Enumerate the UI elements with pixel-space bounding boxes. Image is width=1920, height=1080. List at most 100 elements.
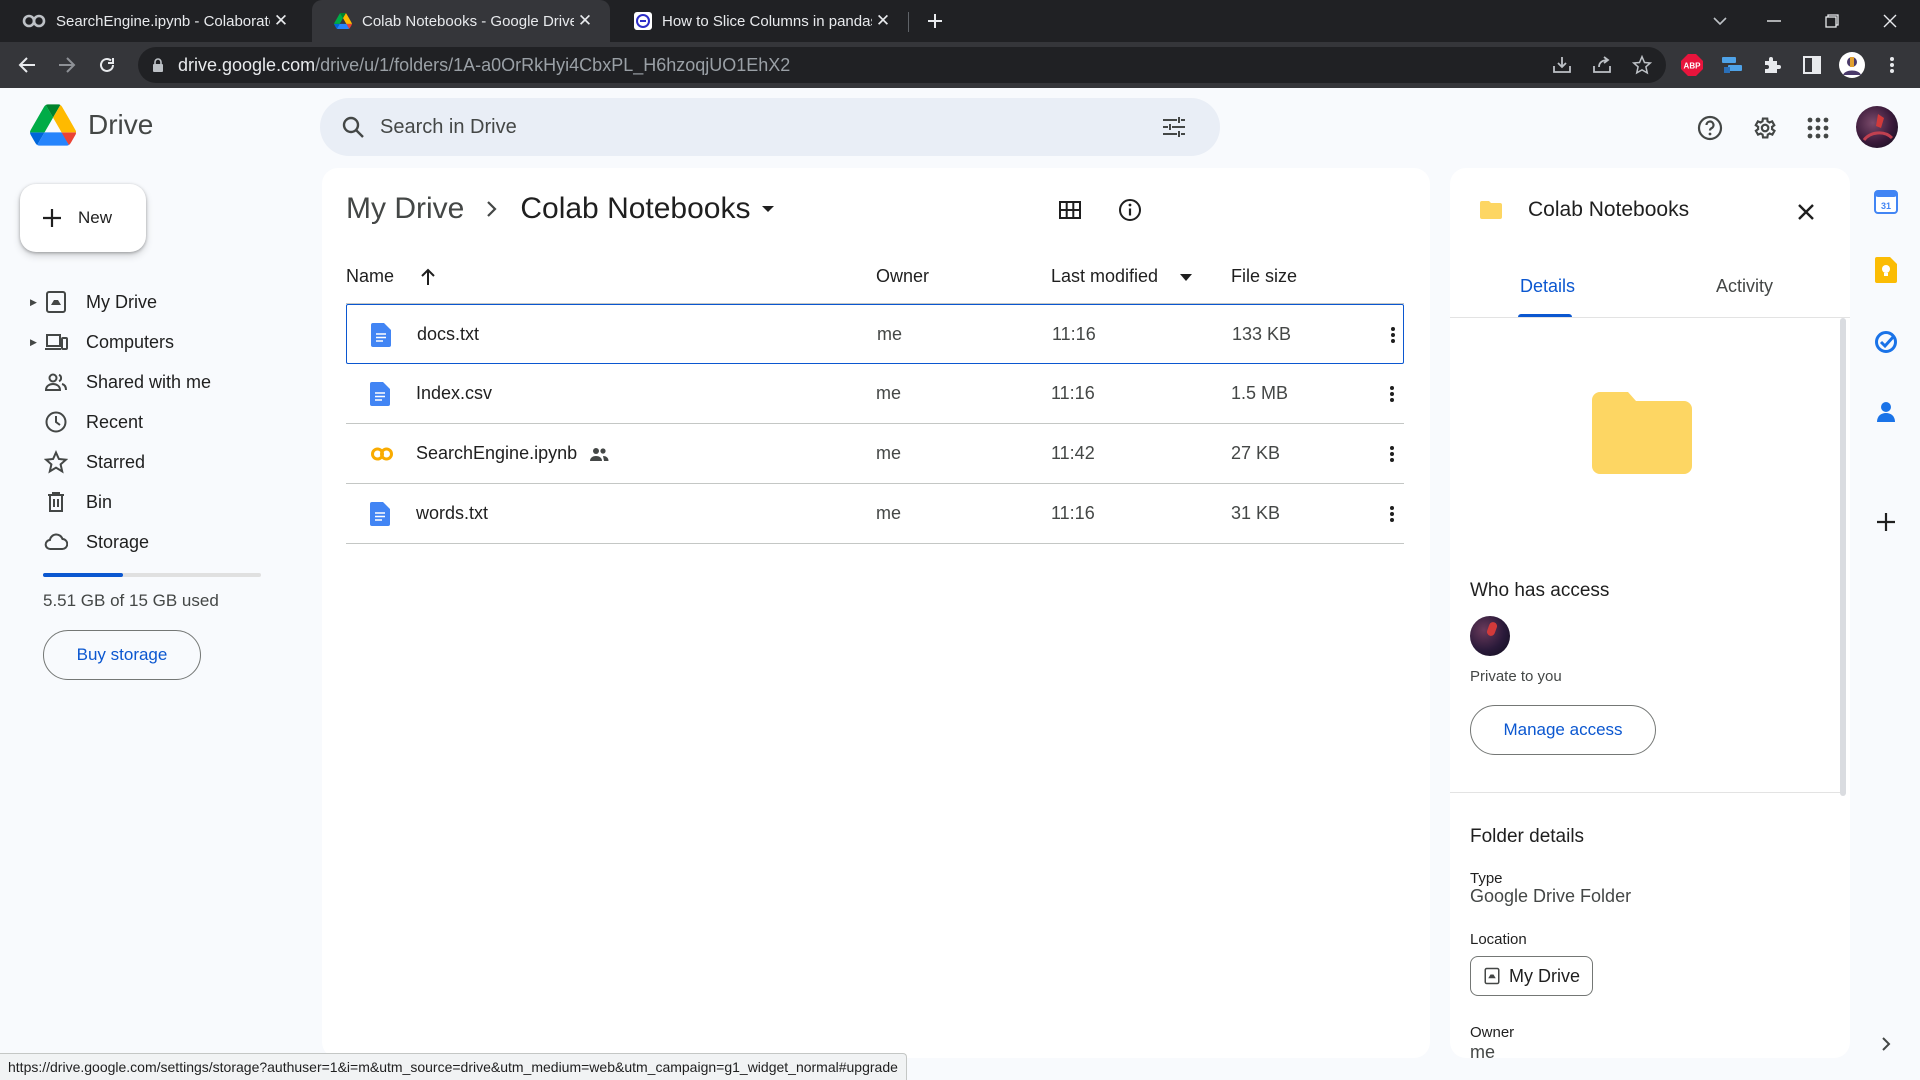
sidebar-item-storage[interactable]: Storage — [30, 522, 290, 562]
tab-details[interactable]: Details — [1520, 276, 1575, 297]
help-icon[interactable] — [1690, 108, 1730, 148]
close-window-button[interactable] — [1868, 0, 1912, 42]
keep-icon[interactable] — [1872, 256, 1900, 284]
sidebar-item-starred[interactable]: Starred — [30, 442, 290, 482]
sidebar-item-label: Recent — [86, 411, 144, 432]
new-tab-button[interactable] — [913, 0, 957, 42]
file-size: 27 KB — [1231, 443, 1281, 463]
tab-pandas[interactable]: How to Slice Columns in pandas ✕ — [612, 0, 908, 42]
column-header-size[interactable]: File size — [1231, 266, 1297, 287]
shared-icon — [44, 370, 68, 394]
forward-button[interactable] — [52, 50, 82, 80]
tab-search-chevron-icon[interactable] — [1698, 0, 1742, 42]
search-input[interactable] — [380, 115, 1140, 139]
add-icon[interactable] — [1872, 508, 1900, 536]
arrow-up-icon[interactable] — [420, 268, 436, 286]
column-header-modified[interactable]: Last modified — [1051, 266, 1158, 287]
address-bar[interactable]: drive.google.com/drive/u/1/folders/1A-a0… — [138, 47, 1666, 83]
info-icon[interactable] — [1110, 190, 1150, 230]
sidebar-item-bin[interactable]: Bin — [30, 482, 290, 522]
settings-icon[interactable] — [1744, 108, 1784, 148]
more-actions-icon[interactable] — [1378, 500, 1406, 528]
type-value: Google Drive Folder — [1470, 886, 1632, 906]
search-icon[interactable] — [342, 116, 364, 138]
apps-icon[interactable] — [1798, 108, 1838, 148]
manage-access-button[interactable]: Manage access — [1470, 705, 1656, 755]
star-icon[interactable] — [1628, 51, 1656, 79]
sidebar-item-my-drive[interactable]: ▶ My Drive — [30, 282, 290, 322]
translate-icon[interactable] — [1718, 51, 1746, 79]
puzzle-icon[interactable] — [1758, 51, 1786, 79]
profile-icon[interactable] — [1838, 51, 1866, 79]
more-actions-icon[interactable] — [1378, 440, 1406, 468]
plus-icon — [42, 208, 62, 228]
cloud-icon — [44, 530, 68, 554]
chevron-right-icon[interactable] — [1872, 1030, 1900, 1058]
details-title: Colab Notebooks — [1528, 198, 1690, 221]
storage-usage-text: 5.51 GB of 15 GB used — [43, 591, 219, 610]
sidebar-item-label: Shared with me — [86, 371, 212, 392]
close-icon[interactable] — [1790, 196, 1822, 228]
contacts-icon[interactable] — [1872, 398, 1900, 426]
dropdown-arrow-icon[interactable] — [761, 205, 775, 213]
column-header-owner[interactable]: Owner — [876, 266, 929, 287]
status-url-tooltip: https://drive.google.com/settings/storag… — [0, 1053, 907, 1080]
grid-view-icon[interactable] — [1050, 190, 1090, 230]
table-row[interactable]: SearchEngine.ipynb me 11:42 27 KB — [346, 424, 1404, 484]
clock-icon — [44, 410, 68, 434]
doc-file-icon — [371, 323, 395, 347]
bin-icon — [44, 490, 68, 514]
sort-arrow-icon[interactable] — [1180, 274, 1192, 281]
expand-caret-icon[interactable]: ▶ — [30, 337, 40, 348]
doc-file-icon — [370, 382, 394, 406]
breadcrumb-current-folder[interactable]: Colab Notebooks — [520, 192, 750, 226]
sidebar-item-recent[interactable]: Recent — [30, 402, 290, 442]
breadcrumb: My Drive Colab Notebooks — [346, 188, 775, 230]
restore-button[interactable] — [1810, 0, 1854, 42]
drive-header: Drive — [0, 88, 1920, 168]
search-options-icon[interactable] — [1162, 116, 1186, 138]
download-icon[interactable] — [1548, 51, 1576, 79]
sidebar-item-computers[interactable]: ▶ Computers — [30, 322, 290, 362]
svg-text:31: 31 — [1881, 201, 1891, 211]
account-avatar[interactable] — [1856, 106, 1898, 148]
table-row[interactable]: docs.txt me 11:16 133 KB — [346, 304, 1404, 364]
tab-drive[interactable]: Colab Notebooks - Google Drive ✕ — [312, 0, 610, 42]
tab-activity[interactable]: Activity — [1716, 276, 1773, 297]
back-button[interactable] — [12, 50, 42, 80]
more-actions-icon[interactable] — [1379, 321, 1407, 349]
more-actions-icon[interactable] — [1378, 380, 1406, 408]
drive-logo[interactable]: Drive — [30, 104, 153, 146]
tasks-icon[interactable] — [1872, 328, 1900, 356]
menu-icon[interactable] — [1878, 51, 1906, 79]
sidebar-item-label: Bin — [86, 491, 113, 512]
column-header-name[interactable]: Name — [346, 266, 394, 287]
location-value: My Drive — [1509, 965, 1580, 986]
close-icon[interactable]: ✕ — [270, 10, 292, 32]
close-icon[interactable]: ✕ — [574, 10, 596, 32]
calendar-icon[interactable]: 31 — [1872, 188, 1900, 216]
expand-caret-icon[interactable]: ▶ — [30, 297, 40, 308]
reload-button[interactable] — [92, 50, 122, 80]
sidepanel-icon[interactable] — [1798, 51, 1826, 79]
details-scrollbar[interactable] — [1840, 318, 1846, 796]
sidebar-item-shared[interactable]: Shared with me — [30, 362, 290, 402]
divider — [1450, 317, 1850, 318]
lock-icon — [152, 57, 164, 73]
location-chip[interactable]: My Drive — [1470, 956, 1593, 996]
avatar[interactable] — [1470, 616, 1510, 656]
buy-storage-button[interactable]: Buy storage — [43, 630, 201, 680]
adblock-icon[interactable]: ABP — [1678, 51, 1706, 79]
table-row[interactable]: Index.csv me 11:16 1.5 MB — [346, 364, 1404, 424]
table-row[interactable]: words.txt me 11:16 31 KB — [346, 484, 1404, 544]
tab-colab[interactable]: SearchEngine.ipynb - Colaborato ✕ — [0, 0, 306, 42]
share-icon[interactable] — [1588, 51, 1616, 79]
shared-people-icon — [589, 447, 609, 461]
type-label: Type — [1470, 870, 1503, 887]
new-button[interactable]: New — [20, 184, 146, 252]
minimize-button[interactable] — [1752, 0, 1796, 42]
close-icon[interactable]: ✕ — [872, 10, 894, 32]
file-modified: 11:16 — [1052, 324, 1096, 344]
search-bar[interactable] — [320, 98, 1220, 156]
breadcrumb-my-drive[interactable]: My Drive — [346, 192, 464, 226]
